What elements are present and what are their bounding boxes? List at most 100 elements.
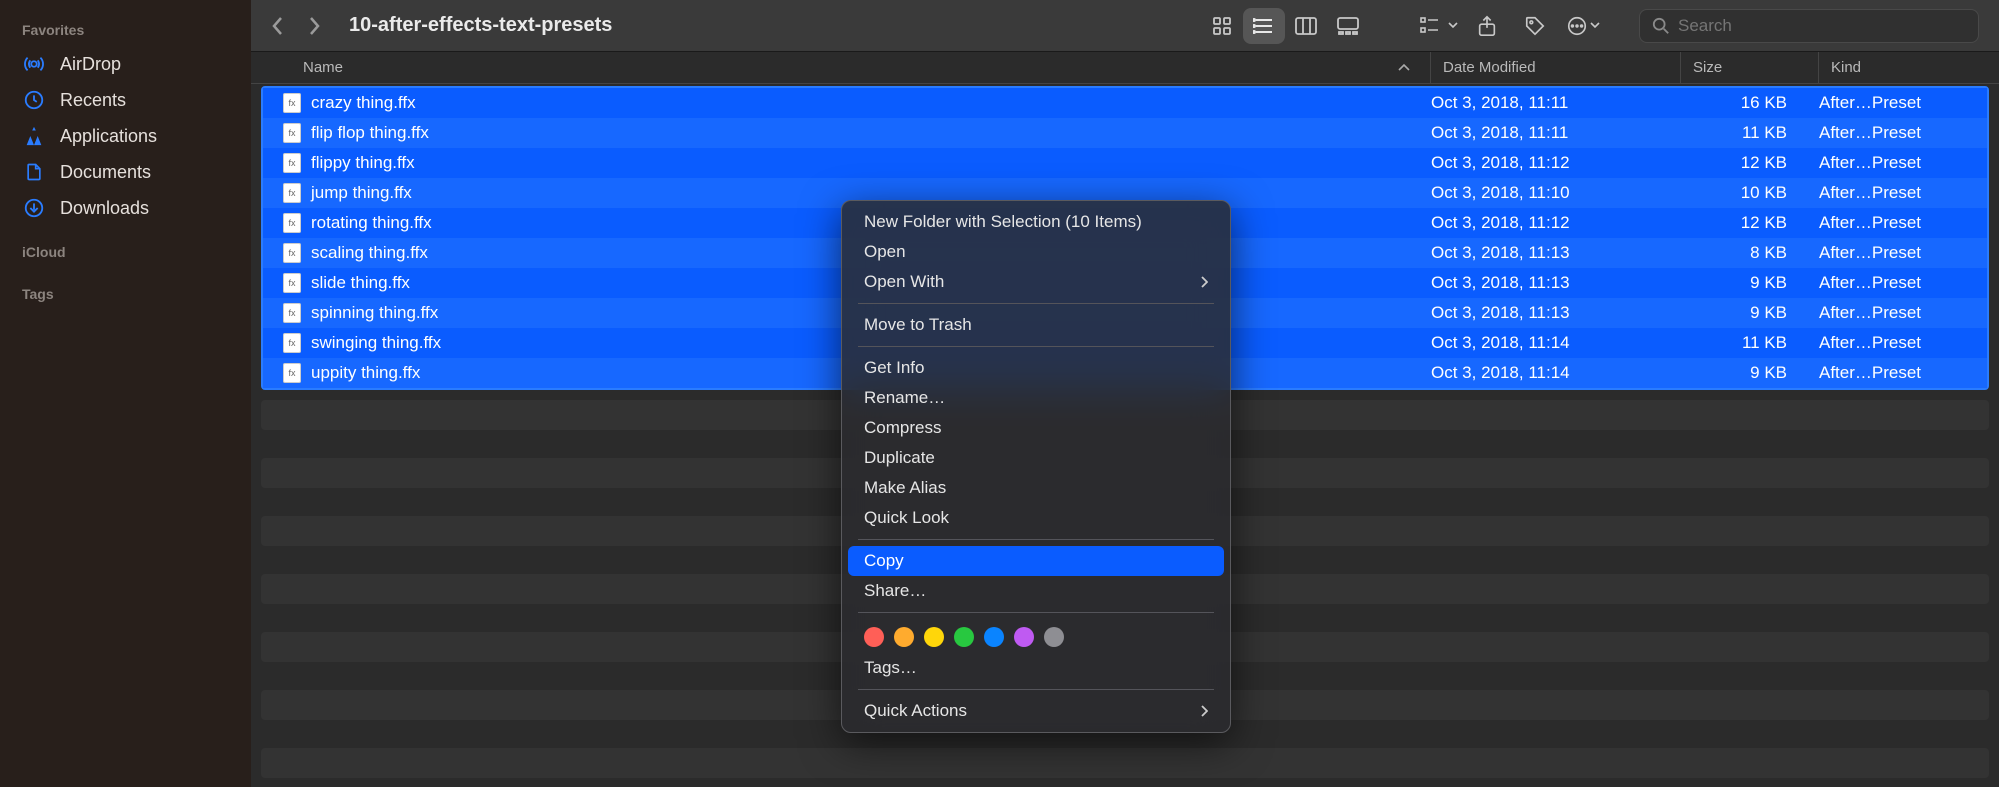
file-size: 11 KB [1669, 333, 1807, 353]
column-name[interactable]: Name [251, 52, 1431, 83]
download-icon [22, 196, 46, 220]
back-button[interactable] [271, 16, 285, 36]
search-input[interactable] [1678, 16, 1966, 36]
ctx-open[interactable]: Open [848, 237, 1224, 267]
share-button[interactable] [1465, 8, 1509, 44]
ctx-copy[interactable]: Copy [848, 546, 1224, 576]
toolbar: 10-after-effects-text-presets [251, 0, 1999, 52]
search-icon [1652, 17, 1670, 35]
tag-color-dot[interactable] [1044, 627, 1064, 647]
file-date: Oct 3, 2018, 11:12 [1419, 213, 1669, 233]
file-name: slide thing.ffx [311, 273, 410, 293]
file-date: Oct 3, 2018, 11:14 [1419, 333, 1669, 353]
view-icons-button[interactable] [1201, 8, 1243, 44]
file-row[interactable]: fxflip flop thing.ffxOct 3, 2018, 11:111… [263, 118, 1987, 148]
file-size: 9 KB [1669, 363, 1807, 383]
file-icon: fx [283, 273, 301, 293]
sidebar-heading-tags: Tags [0, 282, 251, 310]
sidebar-item-documents[interactable]: Documents [0, 154, 251, 190]
file-kind: After…Preset [1807, 243, 1987, 263]
file-size: 9 KB [1669, 273, 1807, 293]
sidebar-item-recents[interactable]: Recents [0, 82, 251, 118]
file-date: Oct 3, 2018, 11:11 [1419, 123, 1669, 143]
sidebar-item-downloads[interactable]: Downloads [0, 190, 251, 226]
sidebar-heading-icloud: iCloud [0, 240, 251, 268]
file-kind: After…Preset [1807, 93, 1987, 113]
sidebar-item-applications[interactable]: Applications [0, 118, 251, 154]
file-size: 10 KB [1669, 183, 1807, 203]
file-icon: fx [283, 303, 301, 323]
file-name: scaling thing.ffx [311, 243, 428, 263]
file-size: 11 KB [1669, 123, 1807, 143]
ctx-make-alias[interactable]: Make Alias [848, 473, 1224, 503]
ctx-quick-look[interactable]: Quick Look [848, 503, 1224, 533]
file-icon: fx [283, 363, 301, 383]
view-columns-button[interactable] [1285, 8, 1327, 44]
ctx-separator [858, 612, 1214, 613]
ctx-compress[interactable]: Compress [848, 413, 1224, 443]
ctx-move-to-trash[interactable]: Move to Trash [848, 310, 1224, 340]
column-header: Name Date Modified Size Kind [251, 52, 1999, 84]
airdrop-icon [22, 52, 46, 76]
view-list-button[interactable] [1243, 8, 1285, 44]
ctx-tags[interactable]: Tags… [848, 653, 1224, 683]
sidebar-item-label: Documents [60, 162, 151, 183]
view-gallery-button[interactable] [1327, 8, 1369, 44]
view-mode-group [1201, 8, 1369, 44]
column-date-modified[interactable]: Date Modified [1431, 52, 1681, 83]
file-kind: After…Preset [1807, 303, 1987, 323]
file-date: Oct 3, 2018, 11:13 [1419, 243, 1669, 263]
file-row[interactable]: fxflippy thing.ffxOct 3, 2018, 11:1212 K… [263, 148, 1987, 178]
sidebar-item-label: Recents [60, 90, 126, 111]
file-icon: fx [283, 153, 301, 173]
tag-color-dot[interactable] [1014, 627, 1034, 647]
ctx-new-folder[interactable]: New Folder with Selection (10 Items) [848, 207, 1224, 237]
ctx-quick-actions[interactable]: Quick Actions [848, 696, 1224, 726]
file-icon: fx [283, 93, 301, 113]
file-name: crazy thing.ffx [311, 93, 416, 113]
file-date: Oct 3, 2018, 11:10 [1419, 183, 1669, 203]
clock-icon [22, 88, 46, 112]
sidebar-item-label: Downloads [60, 198, 149, 219]
file-name: uppity thing.ffx [311, 363, 420, 383]
file-icon: fx [283, 333, 301, 353]
ctx-share[interactable]: Share… [848, 576, 1224, 606]
column-kind[interactable]: Kind [1819, 52, 1999, 83]
file-size: 16 KB [1669, 93, 1807, 113]
file-size: 9 KB [1669, 303, 1807, 323]
window-title: 10-after-effects-text-presets [349, 14, 612, 37]
action-menu-button[interactable] [1561, 8, 1605, 44]
file-name: flip flop thing.ffx [311, 123, 429, 143]
file-size: 12 KB [1669, 153, 1807, 173]
tag-color-dot[interactable] [894, 627, 914, 647]
file-name: rotating thing.ffx [311, 213, 432, 233]
tag-button[interactable] [1513, 8, 1557, 44]
chevron-right-icon [1200, 705, 1208, 717]
ctx-separator [858, 539, 1214, 540]
ctx-get-info[interactable]: Get Info [848, 353, 1224, 383]
tag-color-dot[interactable] [924, 627, 944, 647]
file-icon: fx [283, 213, 301, 233]
group-by-button[interactable] [1417, 8, 1461, 44]
file-list: fx crazy thing.ffx Oct 3, 2018, 11:1116 KB… [251, 84, 1999, 787]
tag-color-dot[interactable] [864, 627, 884, 647]
sidebar: Favorites AirDrop Recents Applications D… [0, 0, 251, 787]
column-size[interactable]: Size [1681, 52, 1819, 83]
document-icon [22, 160, 46, 184]
tag-color-dot[interactable] [984, 627, 1004, 647]
ctx-separator [858, 346, 1214, 347]
ctx-open-with[interactable]: Open With [848, 267, 1224, 297]
file-name: flippy thing.ffx [311, 153, 415, 173]
file-kind: After…Preset [1807, 213, 1987, 233]
sidebar-item-airdrop[interactable]: AirDrop [0, 46, 251, 82]
file-kind: After…Preset [1807, 363, 1987, 383]
main-pane: 10-after-effects-text-presets [251, 0, 1999, 787]
forward-button[interactable] [307, 16, 321, 36]
file-size: 12 KB [1669, 213, 1807, 233]
ctx-separator [858, 689, 1214, 690]
ctx-duplicate[interactable]: Duplicate [848, 443, 1224, 473]
tag-color-dot[interactable] [954, 627, 974, 647]
ctx-rename[interactable]: Rename… [848, 383, 1224, 413]
search-box[interactable] [1639, 9, 1979, 43]
file-row[interactable]: fxcrazy thing.ffxOct 3, 2018, 11:1116 KB… [263, 88, 1987, 118]
